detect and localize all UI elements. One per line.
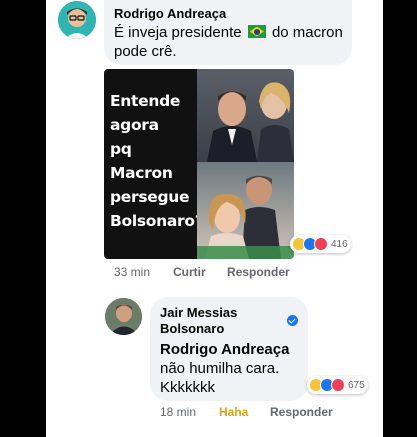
reply-author-line2: Bolsonaro (160, 321, 225, 336)
avatar-photo (105, 298, 142, 335)
comment-reactions[interactable]: 416 (290, 235, 351, 253)
reply-author[interactable]: Jair Messias Bolsonaro (160, 305, 237, 337)
avatar-illustration (58, 1, 96, 39)
haha-button[interactable]: Haha (219, 405, 248, 419)
verified-badge-icon (287, 315, 298, 326)
love-reaction-icon (331, 378, 345, 392)
image-caption: Entende agora pq Macron persegue Bolsona… (110, 92, 204, 230)
brazil-flag-icon (247, 25, 266, 38)
reply-reactions[interactable]: 675 (307, 376, 368, 394)
reply-author-line1: Jair Messias (160, 305, 238, 320)
reply-button[interactable]: Responder (270, 405, 333, 419)
image-text-panel: Entende agora pq Macron persegue Bolsona… (104, 69, 204, 259)
reply-time[interactable]: 18 min (160, 405, 196, 419)
like-button[interactable]: Curtir (173, 265, 206, 279)
comment-author[interactable]: Rodrigo Andreaça (114, 6, 226, 21)
reaction-count: 416 (331, 238, 348, 250)
reply-text-line2: Kkkkkkk (160, 379, 216, 396)
comment-text: É inveja presidente do macron pode crê. (114, 23, 350, 61)
reply-avatar[interactable] (105, 298, 142, 335)
comment-text-part2: do macron (271, 24, 343, 41)
image-photo-bottom (197, 162, 294, 259)
reply-mention[interactable]: Rodrigo Andreaça (160, 340, 305, 359)
reaction-count: 675 (348, 379, 365, 391)
love-reaction-icon (314, 237, 328, 251)
comment-image[interactable]: Entende agora pq Macron persegue Bolsona… (104, 69, 294, 259)
image-photo-top (197, 69, 294, 162)
commenter-avatar[interactable] (58, 1, 96, 39)
comment-time[interactable]: 33 min (114, 265, 150, 279)
reply-button[interactable]: Responder (227, 265, 290, 279)
reply-text: Rodrigo Andreaça não humilha cara. Kkkkk… (160, 340, 305, 397)
comment-text-part1: É inveja presidente (114, 24, 242, 41)
reply-text-line1: não humilha cara. (160, 360, 280, 377)
comment-text-line2: pode crê. (114, 43, 177, 60)
